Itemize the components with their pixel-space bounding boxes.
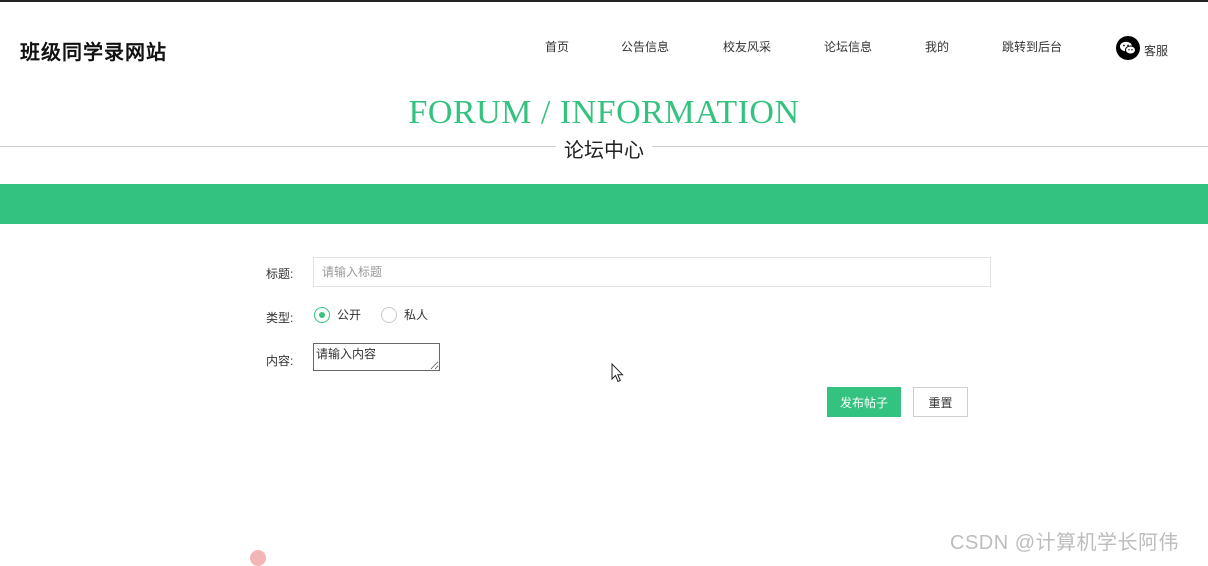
hero-title-en: FORUM / INFORMATION [408, 94, 800, 131]
publish-post-button[interactable]: 发布帖子 [827, 387, 901, 417]
radio-public-circle[interactable] [314, 306, 330, 323]
nav-home[interactable]: 首页 [545, 38, 569, 55]
customer-service-label: 客服 [1144, 43, 1169, 58]
partial-badge [250, 550, 266, 566]
radio-private-label: 私人 [404, 308, 429, 322]
green-banner [0, 184, 1208, 224]
radio-public[interactable]: 公开 [314, 306, 361, 323]
wechat-icon [1116, 36, 1140, 60]
content-label: 内容: [266, 354, 294, 368]
nav-mine[interactable]: 我的 [925, 38, 949, 55]
nav-admin[interactable]: 跳转到后台 [1002, 38, 1062, 55]
site-header: 班级同学录网站 首页 公告信息 校友风采 论坛信息 我的 跳转到后台 客服 [0, 2, 1208, 90]
nav-forum[interactable]: 论坛信息 [824, 38, 872, 55]
mouse-cursor-icon [611, 363, 624, 383]
radio-private[interactable]: 私人 [381, 306, 428, 323]
title-input[interactable] [313, 257, 991, 287]
hero-title-cn: 论坛中心 [556, 134, 652, 163]
site-logo[interactable]: 班级同学录网站 [20, 36, 167, 65]
reset-button[interactable]: 重置 [913, 387, 968, 417]
type-label: 类型: [266, 311, 294, 325]
radio-private-circle[interactable] [381, 306, 397, 323]
title-label: 标题: [266, 267, 294, 281]
nav-announcements[interactable]: 公告信息 [621, 38, 669, 55]
content-textarea[interactable] [313, 343, 440, 371]
radio-public-label: 公开 [337, 308, 362, 322]
nav-alumni[interactable]: 校友风采 [723, 38, 771, 55]
customer-service-button[interactable]: 客服 [1116, 36, 1168, 60]
watermark: CSDN @计算机学长阿伟 [950, 532, 1180, 554]
